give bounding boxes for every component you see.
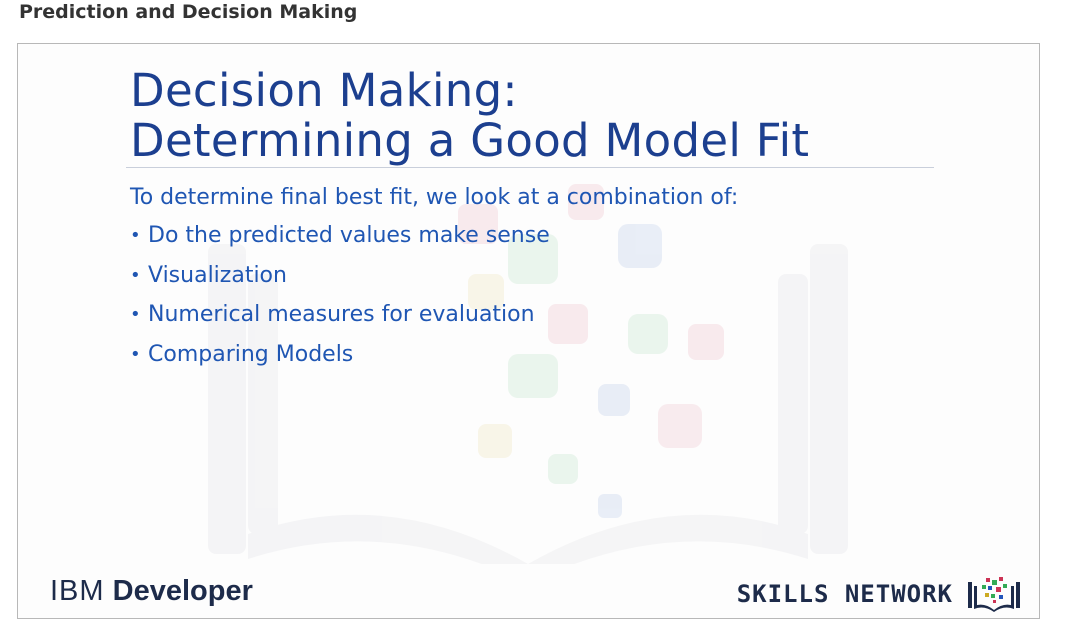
list-item: • Visualization	[130, 262, 550, 302]
bullet-text: Numerical measures for evaluation	[148, 302, 535, 327]
ibm-developer-logo: IBM Developer	[50, 574, 253, 608]
bullet-dot: •	[130, 304, 141, 325]
list-item: • Numerical measures for evaluation	[130, 301, 550, 341]
bullet-list: • Do the predicted values make sense • V…	[130, 222, 550, 380]
bullet-text: Comparing Models	[148, 341, 354, 367]
bullet-dot: •	[130, 225, 141, 246]
slide-intro-text: To determine final best fit, we look at …	[130, 185, 739, 210]
bullet-text: Do the predicted values make sense	[148, 223, 550, 248]
page-heading: Prediction and Decision Making	[19, 1, 358, 23]
skills-network-text: SKILLS NETWORK	[736, 580, 953, 608]
skills-network-logo: SKILLS NETWORK	[737, 576, 1021, 612]
slide-title-line-2: Determining a Good Model Fit	[130, 114, 810, 167]
bullet-dot: •	[130, 264, 141, 286]
developer-logo-word: Developer	[112, 575, 253, 607]
slide-title-line-1: Decision Making:	[130, 64, 518, 117]
ibm-logo-word: IBM	[50, 575, 105, 607]
book-logo-icon	[968, 577, 1020, 612]
list-item: • Do the predicted values make sense	[130, 222, 550, 262]
bullet-text: Visualization	[148, 262, 287, 288]
slide-frame: Decision Making: Determining a Good Mode…	[17, 43, 1040, 619]
slide-title: Decision Making: Determining a Good Mode…	[130, 66, 809, 166]
title-divider	[126, 167, 934, 168]
bullet-dot: •	[130, 343, 141, 365]
list-item: • Comparing Models	[130, 341, 550, 381]
